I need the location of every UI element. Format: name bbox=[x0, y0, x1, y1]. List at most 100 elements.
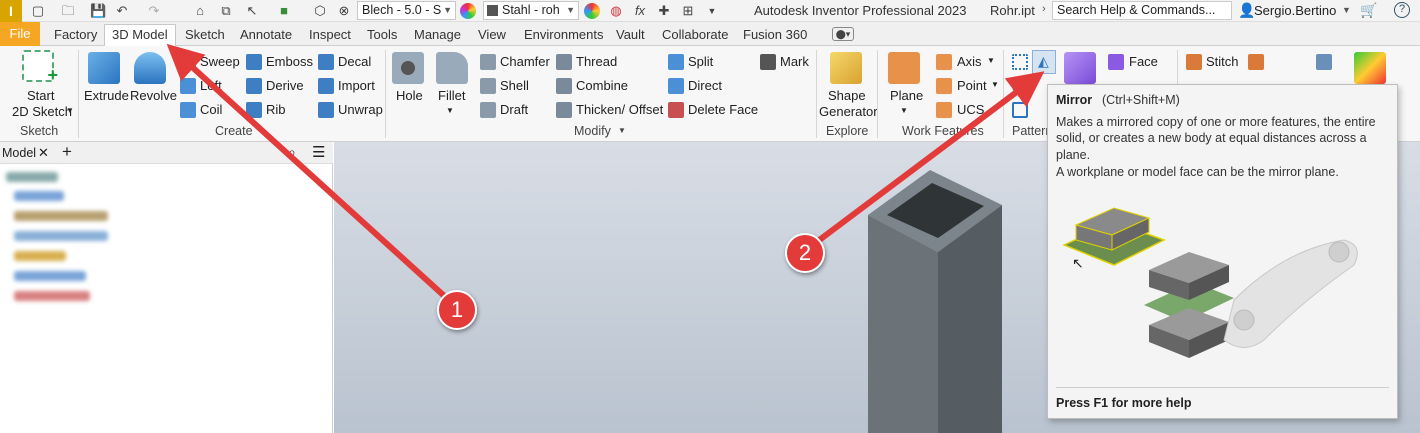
model-tab[interactable]: Model bbox=[2, 146, 36, 160]
update-icon[interactable]: ⧉ bbox=[218, 3, 234, 19]
emboss-button[interactable]: Emboss bbox=[266, 54, 313, 69]
app-logo[interactable]: I bbox=[0, 0, 22, 22]
rib-icon[interactable] bbox=[246, 102, 262, 118]
tree-item[interactable] bbox=[14, 211, 108, 221]
fillet-button[interactable]: Fillet bbox=[438, 88, 465, 103]
shell-icon[interactable] bbox=[480, 78, 496, 94]
circular-pattern-icon[interactable] bbox=[1012, 78, 1028, 94]
point-button[interactable]: Point bbox=[957, 78, 987, 93]
tab-file[interactable]: File bbox=[0, 22, 40, 46]
tree-item[interactable] bbox=[14, 291, 90, 301]
chevron-down-icon[interactable]: ▼ bbox=[618, 126, 626, 135]
user-name[interactable]: Sergio.Bertino bbox=[1254, 3, 1336, 18]
combine-button[interactable]: Combine bbox=[576, 78, 628, 93]
select-icon[interactable]: ↖ bbox=[244, 3, 260, 19]
emboss-icon[interactable] bbox=[246, 54, 262, 70]
patch-icon[interactable] bbox=[1248, 54, 1264, 70]
chamfer-icon[interactable] bbox=[480, 54, 496, 70]
chevron-down-icon[interactable]: ▼ bbox=[446, 106, 454, 115]
expand-arrow-icon[interactable]: › bbox=[1042, 3, 1046, 15]
tab-annotate[interactable]: Annotate bbox=[240, 25, 292, 45]
generator-label[interactable]: Generator bbox=[819, 104, 878, 119]
adjust-icon[interactable] bbox=[584, 3, 600, 19]
sketch-pattern-icon[interactable] bbox=[1012, 102, 1028, 118]
fx-icon[interactable]: fx bbox=[632, 3, 648, 19]
add-icon[interactable]: ✚ bbox=[656, 3, 672, 19]
revolve-icon[interactable] bbox=[134, 52, 166, 84]
chevron-down-icon[interactable]: ▼ bbox=[66, 106, 74, 115]
delete-face-icon[interactable] bbox=[668, 102, 684, 118]
loft-button[interactable]: Loft bbox=[200, 78, 222, 93]
axis-icon[interactable] bbox=[936, 54, 952, 70]
chevron-down-icon[interactable]: ▼ bbox=[900, 106, 908, 115]
start-sketch-label[interactable]: Start bbox=[27, 88, 54, 103]
clear-appearance-icon[interactable]: ◍ bbox=[608, 3, 624, 19]
shape-generator-icon[interactable] bbox=[830, 52, 862, 84]
new-file-icon[interactable]: ▢ bbox=[30, 3, 46, 19]
split-icon[interactable] bbox=[668, 54, 684, 70]
tree-item[interactable] bbox=[14, 271, 86, 281]
decal-icon[interactable] bbox=[318, 54, 334, 70]
revolve-button[interactable]: Revolve bbox=[130, 88, 177, 103]
tab-factory[interactable]: Factory bbox=[54, 25, 97, 45]
convert-icon[interactable] bbox=[1316, 54, 1332, 70]
hole-button[interactable]: Hole bbox=[396, 88, 423, 103]
stitch-button[interactable]: Stitch bbox=[1206, 54, 1239, 69]
chamfer-button[interactable]: Chamfer bbox=[500, 54, 550, 69]
plane-button[interactable]: Plane bbox=[890, 88, 923, 103]
save-icon[interactable]: 💾 bbox=[90, 3, 106, 19]
tab-view[interactable]: View bbox=[478, 25, 506, 45]
tab-3d-model[interactable]: 3D Model bbox=[104, 24, 176, 46]
mark-icon[interactable] bbox=[760, 54, 776, 70]
derive-icon[interactable] bbox=[246, 78, 262, 94]
measure-icon[interactable]: ■ bbox=[276, 3, 292, 19]
face-button[interactable]: Face bbox=[1129, 54, 1158, 69]
appearance-ball-icon[interactable] bbox=[460, 3, 476, 19]
tree-item[interactable] bbox=[14, 231, 108, 241]
cart-icon[interactable]: 🛒 bbox=[1360, 2, 1377, 19]
split-button[interactable]: Split bbox=[688, 54, 713, 69]
draft-button[interactable]: Draft bbox=[500, 102, 528, 117]
tree-item[interactable] bbox=[14, 251, 66, 261]
tab-sketch[interactable]: Sketch bbox=[185, 25, 225, 45]
import-button[interactable]: Import bbox=[338, 78, 375, 93]
tab-vault[interactable]: Vault bbox=[616, 25, 645, 45]
derive-button[interactable]: Derive bbox=[266, 78, 304, 93]
thicken-offset-button[interactable]: Thicken/ Offset bbox=[576, 102, 663, 117]
appearance-dropdown[interactable]: Stahl - roh ▼ bbox=[483, 1, 579, 20]
material-dropdown[interactable]: Blech - 5.0 - S ▼ bbox=[357, 1, 456, 20]
tab-manage[interactable]: Manage bbox=[414, 25, 461, 45]
customize-icon[interactable]: ▼ bbox=[704, 3, 720, 19]
help-icon[interactable]: ? bbox=[1394, 2, 1410, 18]
search-input[interactable]: Search Help & Commands... bbox=[1052, 1, 1232, 20]
chevron-down-icon[interactable]: ▼ bbox=[1342, 5, 1351, 15]
sweep-button[interactable]: Sweep bbox=[200, 54, 240, 69]
chevron-down-icon[interactable]: ▼ bbox=[987, 56, 995, 65]
open-folder-icon[interactable]: 🗀 bbox=[60, 3, 76, 19]
tab-environments[interactable]: Environments bbox=[524, 25, 603, 45]
hole-icon[interactable] bbox=[392, 52, 424, 84]
ucs-icon[interactable] bbox=[936, 102, 952, 118]
thread-icon[interactable] bbox=[556, 54, 572, 70]
loft-icon[interactable] bbox=[180, 78, 196, 94]
delete-face-button[interactable]: Delete Face bbox=[688, 102, 758, 117]
fillet-icon[interactable] bbox=[436, 52, 468, 84]
menu-icon[interactable]: ☰ bbox=[312, 143, 325, 161]
axis-button[interactable]: Axis bbox=[957, 54, 982, 69]
stitch-icon[interactable] bbox=[1186, 54, 1202, 70]
draft-icon[interactable] bbox=[480, 102, 496, 118]
iproperties-icon[interactable]: ⊞ bbox=[680, 3, 696, 19]
start-sketch-icon[interactable]: + bbox=[22, 50, 58, 85]
tab-collaborate[interactable]: Collaborate bbox=[662, 25, 729, 45]
redo-icon[interactable]: ↷ bbox=[146, 3, 162, 19]
plane-icon[interactable] bbox=[888, 52, 920, 84]
unwrap-button[interactable]: Unwrap bbox=[338, 102, 383, 117]
tab-fusion-360[interactable]: Fusion 360 bbox=[743, 25, 807, 45]
color-icon[interactable]: ⬡ bbox=[312, 3, 328, 19]
import-icon[interactable] bbox=[318, 78, 334, 94]
close-icon[interactable]: ✕ bbox=[38, 145, 49, 161]
unwrap-icon[interactable] bbox=[318, 102, 334, 118]
simulation-icon[interactable] bbox=[1354, 52, 1386, 84]
freeform-box-icon[interactable] bbox=[1064, 52, 1096, 84]
material-icon[interactable]: ⊗ bbox=[336, 3, 352, 19]
